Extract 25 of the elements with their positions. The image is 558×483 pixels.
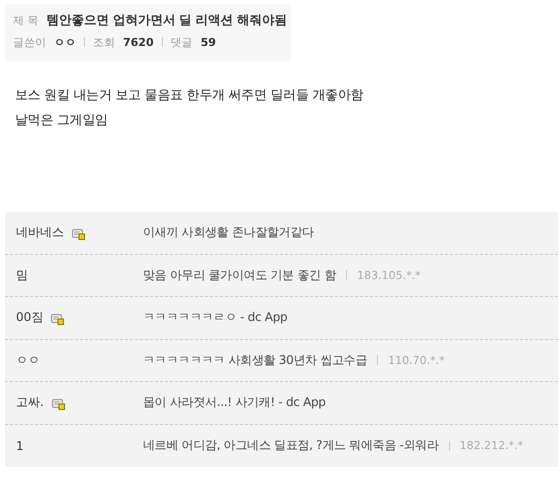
comment-text: 네르베 어디감, 아그네스 딜표점, ?게느 뭐에죽음 -외워라 <box>143 437 439 454</box>
post-title: 템안좋으면 업혀가면서 딜 리액션 해줘야됨 <box>46 12 287 28</box>
commenter-name: 1 <box>16 438 24 453</box>
title-label: 제 목 <box>13 12 38 28</box>
commenter-name: ㅇㅇ <box>16 352 40 369</box>
ip-address: 182.212.*.* <box>460 439 524 452</box>
commenter-name: 00짐 <box>16 309 44 326</box>
comment-text: 맞음 아무리 쿨가이여도 기분 좋긴 함 <box>143 266 336 284</box>
post-text: 보스 원킬 내는거 보고 물음표 한두개 써주면 딜러들 개좋아함 <box>15 87 364 105</box>
views-label: 조회 <box>93 34 115 50</box>
commenter-name: 네바네스 <box>16 224 64 242</box>
author-name: ㅇㅇ <box>54 34 76 50</box>
comment-text: ㅋㅋㅋㅋㅋㅋㄹㅇ - dc App <box>143 309 288 326</box>
comment-count: 59 <box>200 36 216 48</box>
comments-label: 댓글 <box>170 34 193 50</box>
comment-text: ㅋㅋㅋㅋㅋㅋㅋ 사회생활 30년차 씹고수급 <box>143 352 368 369</box>
commenter-name: 고싸. <box>16 394 44 412</box>
author-label: 글쓴이 <box>13 34 46 50</box>
view-count: 7620 <box>123 36 154 48</box>
comment-text: 몹이 사라졋서...! 사기캐! - dc App <box>143 394 326 412</box>
post-text: 날먹은 그게일임 <box>15 112 109 130</box>
comment-text: 이새끼 사회생활 존나잘할거같다 <box>143 224 314 242</box>
commenter-name: 밈 <box>16 266 28 284</box>
ip-address: 183.105.*.* <box>357 268 421 282</box>
ip-address: 110.70.*.* <box>388 354 445 367</box>
